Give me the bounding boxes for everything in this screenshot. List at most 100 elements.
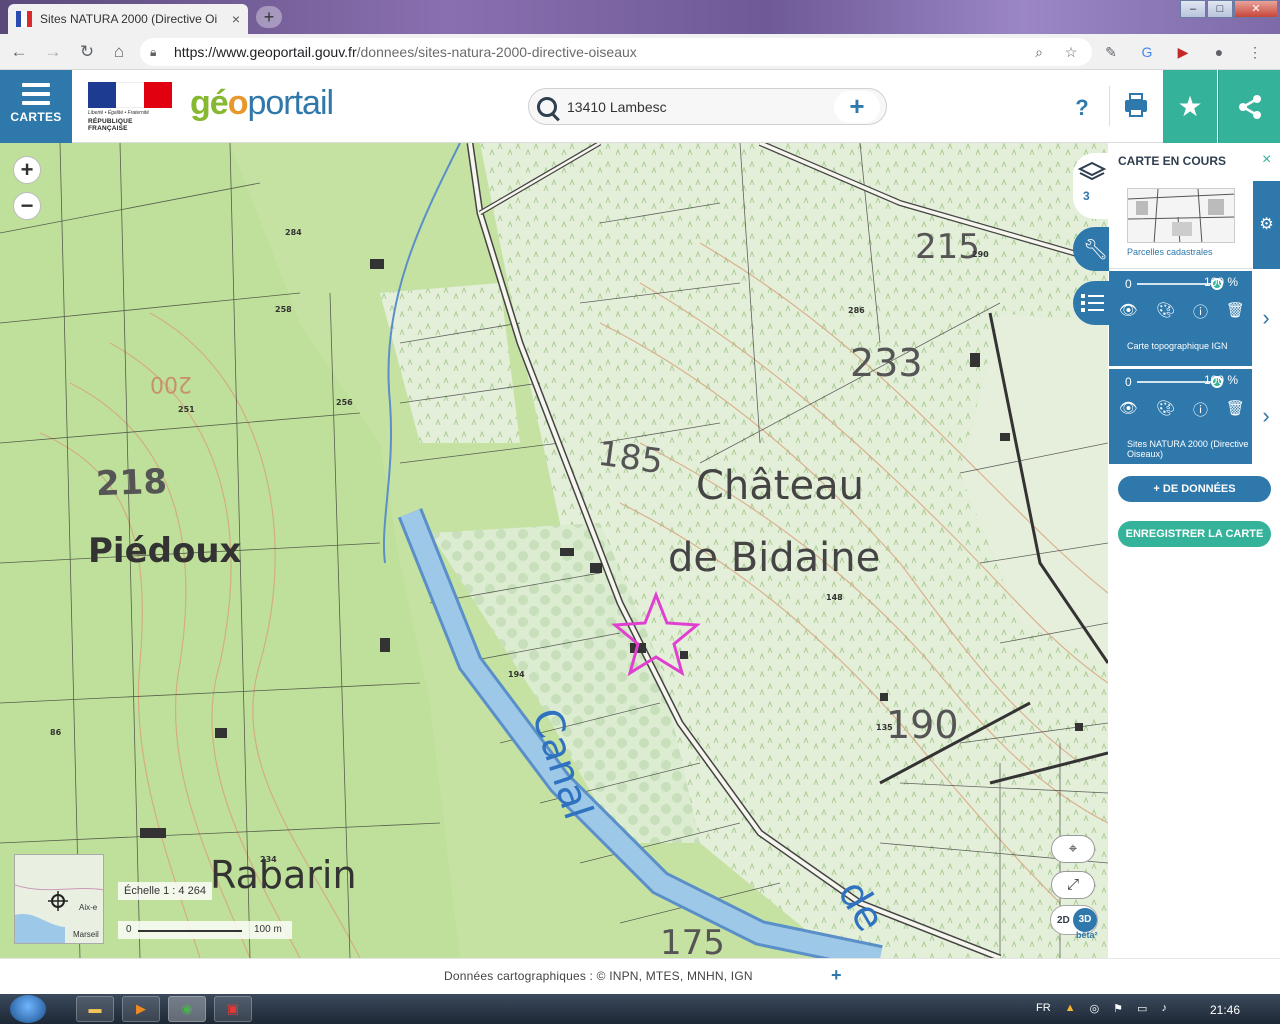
fullscreen-button[interactable]: ⤢: [1051, 871, 1095, 899]
zoom-page-icon[interactable]: ⌕: [1028, 44, 1050, 61]
tab-close-icon[interactable]: ×: [232, 11, 240, 27]
layer-expand-chevron-icon[interactable]: ›: [1258, 403, 1274, 429]
info-icon[interactable]: ⓘ: [1193, 301, 1208, 322]
home-icon[interactable]: ⌂: [108, 41, 130, 63]
list-icon: [1081, 294, 1104, 312]
url-field[interactable]: 🔒︎ https://www.geoportail.gouv.fr/donnee…: [140, 38, 1092, 66]
elevation-label-190: 190: [886, 703, 959, 747]
opacity-min: 0: [1125, 277, 1132, 291]
delete-trash-icon[interactable]: 🗑︎: [1226, 301, 1245, 322]
start-button[interactable]: [10, 995, 46, 1023]
geolocate-button[interactable]: ⌖: [1051, 835, 1095, 863]
geoportail-logo[interactable]: géoportail: [190, 84, 334, 123]
palette-icon[interactable]: 🎨︎: [1156, 399, 1175, 420]
explorer-taskbar-icon[interactable]: ▬: [76, 996, 114, 1022]
tab-title: Sites NATURA 2000 (Directive Oi: [40, 12, 218, 26]
opacity-min: 0: [1125, 375, 1132, 389]
layer-card-topographic[interactable]: 0 100 % 👁︎ 🎨︎ ⓘ 🗑︎ Carte topographique I…: [1109, 271, 1252, 366]
favicon-icon: [16, 11, 32, 27]
info-icon[interactable]: ⓘ: [1193, 399, 1208, 420]
elevation-label-218: 218: [95, 461, 168, 505]
parcel-number: 234: [260, 855, 277, 864]
eyedropper-extension-icon[interactable]: ✎: [1100, 41, 1122, 63]
visibility-eye-icon[interactable]: 👁︎: [1119, 399, 1138, 420]
bookmark-star-icon[interactable]: ☆: [1060, 44, 1082, 61]
menu-dots-icon[interactable]: ⋮: [1244, 41, 1266, 63]
zoom-out-button[interactable]: −: [13, 192, 41, 220]
cadastre-layer-name: Parcelles cadastrales: [1127, 247, 1213, 257]
contour-label-200: 200: [150, 371, 192, 396]
layers-icon: [1078, 161, 1106, 181]
republique-francaise-logo[interactable]: Liberté • Égalité • Fraternité RÉPUBLIQU…: [88, 82, 174, 132]
tray-flag-icon[interactable]: ⚑: [1113, 1002, 1123, 1015]
opacity-value: 100 %: [1204, 275, 1239, 289]
parcel-number: 256: [336, 398, 353, 407]
back-icon[interactable]: ←: [8, 41, 30, 63]
search-input[interactable]: [567, 98, 834, 115]
visibility-eye-icon[interactable]: 👁︎: [1119, 301, 1138, 322]
new-tab-button[interactable]: +: [256, 6, 282, 28]
layer-card-natura2000[interactable]: 0 100 % 👁︎ 🎨︎ ⓘ 🗑︎ Sites NATURA 2000 (Di…: [1109, 369, 1252, 464]
reload-icon[interactable]: ↻: [76, 41, 98, 63]
account-icon[interactable]: ●: [1208, 41, 1230, 63]
overview-minimap[interactable]: Aix-e Marseil: [14, 854, 104, 944]
address-bar: ← → ↻ ⌂ 🔒︎ https://www.geoportail.gouv.f…: [0, 34, 1280, 70]
browser-tab[interactable]: Sites NATURA 2000 (Directive Oi ×: [8, 4, 248, 34]
layer-expand-chevron-icon[interactable]: ›: [1258, 305, 1274, 331]
map-canvas[interactable]: 218 Piédoux Rabarin Château de Bidaine 1…: [0, 143, 1108, 958]
republic-motto: Liberté • Égalité • Fraternité: [88, 110, 150, 116]
cartes-menu-button[interactable]: CARTES: [0, 70, 72, 143]
place-label-chateau: Château: [696, 463, 864, 509]
place-label-bidaine: de Bidaine: [668, 535, 881, 581]
favorites-star-button[interactable]: ★: [1163, 70, 1217, 143]
elevation-label-215: 215: [915, 227, 980, 267]
panel-close-icon[interactable]: ×: [1262, 151, 1271, 169]
tray-monitor-icon[interactable]: ▭: [1137, 1002, 1147, 1015]
window-close-button[interactable]: ✕: [1234, 0, 1278, 18]
help-button[interactable]: ?: [1062, 90, 1102, 126]
advanced-search-button[interactable]: +: [834, 90, 880, 123]
hamburger-icon: [22, 83, 50, 105]
legend-tab[interactable]: [1073, 281, 1109, 325]
side-toolbar: 🔧︎: [1073, 143, 1109, 343]
parcel-number: 258: [275, 305, 292, 314]
printer-icon: [1129, 108, 1143, 117]
lock-icon: 🔒︎: [150, 44, 157, 59]
layer-name: Sites NATURA 2000 (Directive Oiseaux): [1127, 439, 1249, 459]
delete-trash-icon[interactable]: 🗑︎: [1226, 399, 1245, 420]
toggle-3d-label[interactable]: 3D: [1073, 908, 1097, 932]
print-button[interactable]: [1116, 88, 1156, 124]
minimize-button[interactable]: –: [1180, 0, 1206, 18]
tray-app-icon[interactable]: ▲: [1065, 1002, 1076, 1015]
minimap-label-marseille: Marseil: [73, 930, 99, 939]
layers-tab[interactable]: [1073, 153, 1109, 219]
windows-taskbar: ▬ ▶ ◉ ▣ FR ▲ ◎ ⚑ ▭ ♪ 21:46: [0, 994, 1280, 1024]
pdf-reader-taskbar-icon[interactable]: ▣: [214, 996, 252, 1022]
palette-icon[interactable]: 🎨︎: [1156, 301, 1175, 322]
add-data-button[interactable]: + DE DONNÉES: [1118, 476, 1271, 502]
toggle-2d-label[interactable]: 2D: [1057, 915, 1070, 926]
place-search-box: +: [528, 88, 887, 125]
language-indicator[interactable]: FR: [1036, 1002, 1051, 1015]
share-button[interactable]: [1218, 70, 1280, 143]
record-extension-icon[interactable]: ▶: [1172, 41, 1194, 63]
layer-card-cadastre[interactable]: Parcelles cadastrales: [1109, 181, 1252, 269]
maximize-button[interactable]: □: [1207, 0, 1233, 18]
tray-network-icon[interactable]: ◎: [1090, 1002, 1100, 1015]
media-player-taskbar-icon[interactable]: ▶: [122, 996, 160, 1022]
cadastre-thumbnail: [1127, 188, 1235, 243]
search-icon[interactable]: [537, 96, 557, 117]
tools-tab[interactable]: 🔧︎: [1073, 227, 1109, 271]
opacity-value: 100 %: [1204, 373, 1239, 387]
cadastre-settings-gear-icon[interactable]: ⚙: [1253, 181, 1280, 269]
system-clock: 21:46: [1210, 1003, 1241, 1017]
save-map-button[interactable]: ENREGISTRER LA CARTE: [1118, 521, 1271, 547]
zoom-in-button[interactable]: +: [13, 156, 41, 184]
attribution-more-button[interactable]: +: [831, 965, 842, 986]
parcel-number: 290: [972, 250, 989, 259]
tray-volume-icon[interactable]: ♪: [1161, 1002, 1167, 1015]
chrome-taskbar-icon[interactable]: ◉: [168, 996, 206, 1022]
forward-icon[interactable]: →: [42, 41, 64, 63]
translate-extension-icon[interactable]: G: [1136, 41, 1158, 63]
parcel-number: 194: [508, 670, 525, 679]
